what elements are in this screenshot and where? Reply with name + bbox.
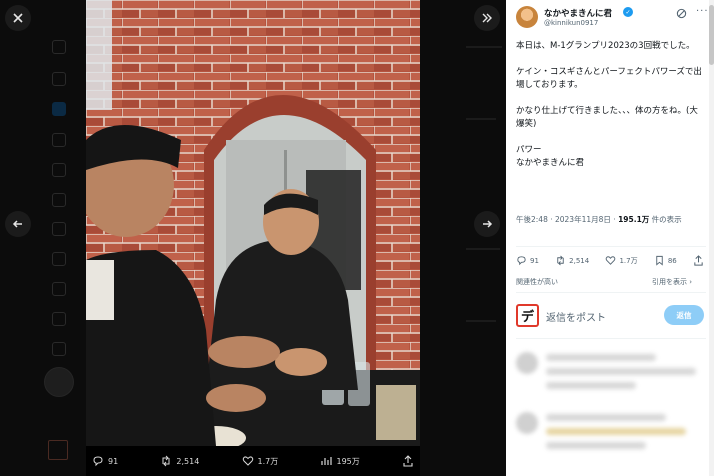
reply-avatar <box>516 352 538 374</box>
double-chevron-right-icon <box>482 13 492 23</box>
media-views-button[interactable]: 195万 <box>320 455 360 467</box>
post-action-bar: 91 2,514 1.7万 86 <box>516 255 704 266</box>
repost-count: 2,514 <box>569 256 590 265</box>
author-avatar[interactable] <box>516 6 538 28</box>
post-views-suffix: 件の表示 <box>649 215 682 224</box>
media-like-count: 1.7万 <box>257 456 279 466</box>
author-handle[interactable]: @kinnikun0917 <box>544 19 598 27</box>
verified-badge-icon: ✓ <box>623 7 633 17</box>
reply-icon <box>517 256 526 266</box>
media-repost-count: 2,514 <box>176 456 200 466</box>
sort-replies-dropdown[interactable]: 関連性が高い <box>516 277 558 287</box>
background-line <box>466 118 496 120</box>
photo-image <box>86 0 420 446</box>
rail-lists-icon <box>52 193 66 207</box>
rail-messages-icon <box>52 133 66 147</box>
blurred-replies <box>506 340 714 476</box>
post-paragraph: かなり仕上げて行きました、、、体の方をね。(大爆笑) <box>516 106 698 129</box>
reply-submit-button[interactable]: 返信 <box>664 305 704 325</box>
more-icon[interactable]: ··· <box>696 6 709 17</box>
repost-button[interactable]: 2,514 <box>555 255 589 266</box>
sidebar-scrollbar[interactable] <box>709 0 714 476</box>
rail-profile-icon <box>52 312 66 326</box>
bookmark-count: 86 <box>667 256 677 265</box>
background-line <box>466 320 496 322</box>
author-display-name[interactable]: なかやまきんに君 <box>544 7 612 19</box>
heart-icon <box>242 456 253 466</box>
like-button[interactable]: 1.7万 <box>605 255 638 266</box>
post-meta: 午後2:48 · 2023年11月8日 · 195.1万 件の表示 <box>516 214 706 226</box>
close-button[interactable] <box>5 5 31 31</box>
post-paragraph: 本日は、M-1グランプリ2023の3回戦でした。 <box>516 41 695 51</box>
rail-premium-icon <box>52 282 66 296</box>
reply-count: 91 <box>530 256 539 265</box>
reply-avatar <box>516 412 538 434</box>
previous-button[interactable] <box>5 211 31 237</box>
post-sidebar: なかやまきんに君 ✓ @kinnikun0917 ··· 本日は、M-1グランプ… <box>506 0 714 476</box>
reply-input[interactable]: 返信をポスト <box>546 309 606 324</box>
media-viewer: 91 2,514 1.7万 195万 なかやまきんに君 ✓ @kinnikun0… <box>0 0 714 476</box>
media-action-bar: 91 2,514 1.7万 195万 <box>86 446 420 476</box>
grok-icon[interactable] <box>676 8 687 19</box>
views-icon <box>321 457 333 465</box>
collapse-panel-button[interactable] <box>474 5 500 31</box>
post-author-header: なかやまきんに君 ✓ @kinnikun0917 ··· <box>516 6 709 36</box>
post-views-count: 195.1万 <box>618 215 650 224</box>
reply-line <box>546 354 656 361</box>
close-icon <box>13 13 23 23</box>
media-reply-count: 91 <box>108 456 119 466</box>
rail-grok-icon <box>52 163 66 177</box>
media-views-count: 195万 <box>336 456 360 466</box>
composer-avatar: デ <box>516 304 539 327</box>
view-quotes-link[interactable]: 引用を表示 › <box>652 277 692 287</box>
background-middle <box>420 0 506 476</box>
reply-line <box>546 382 636 389</box>
background-line <box>466 46 502 48</box>
media-like-button[interactable]: 1.7万 <box>242 455 279 467</box>
arrow-left-icon <box>12 220 22 228</box>
post-timestamp[interactable]: 午後2:48 · 2023年11月8日 · <box>516 215 618 224</box>
post-paragraph: ケイン・コスギさんとパーフェクトパワーズで出場しております。 <box>516 67 702 90</box>
divider <box>516 246 706 247</box>
share-button[interactable] <box>693 255 704 266</box>
reply-composer: デ 返信をポスト 返信 <box>516 302 706 330</box>
heart-icon <box>606 256 616 265</box>
rail-more-icon <box>52 342 66 356</box>
media-share-button[interactable] <box>402 455 414 467</box>
bookmark-icon <box>656 255 663 266</box>
divider <box>516 292 706 293</box>
rail-search-icon <box>52 72 66 86</box>
scrollbar-thumb[interactable] <box>709 5 714 65</box>
reply-icon <box>93 456 103 467</box>
rail-notification-icon <box>52 102 66 116</box>
media-repost-button[interactable]: 2,514 <box>160 455 199 467</box>
reply-button[interactable]: 91 <box>516 255 539 266</box>
repost-icon <box>162 455 170 467</box>
rail-communities-icon <box>52 252 66 266</box>
bookmark-button[interactable]: 86 <box>654 255 677 266</box>
reply-line <box>546 442 646 449</box>
divider <box>516 338 706 339</box>
post-text: 本日は、M-1グランプリ2023の3回戦でした。 ケイン・コスギさんとパーフェク… <box>516 40 702 183</box>
post-paragraph: パワー なかやまきんに君 <box>516 145 585 168</box>
media-reply-button[interactable]: 91 <box>92 455 118 467</box>
rail-home-icon <box>52 40 66 54</box>
reply-line <box>546 428 686 435</box>
reply-line <box>546 414 666 421</box>
rail-account-avatar <box>48 440 68 460</box>
like-count: 1.7万 <box>619 256 638 265</box>
rail-bookmarks-icon <box>52 222 66 236</box>
share-icon <box>403 455 413 467</box>
reply-line <box>546 368 696 375</box>
arrow-right-icon <box>483 220 493 228</box>
next-button[interactable] <box>474 211 500 237</box>
rail-post-button <box>44 367 74 397</box>
repost-icon <box>557 255 564 266</box>
background-line <box>466 248 500 250</box>
share-icon <box>694 255 703 266</box>
post-photo[interactable] <box>86 0 420 446</box>
